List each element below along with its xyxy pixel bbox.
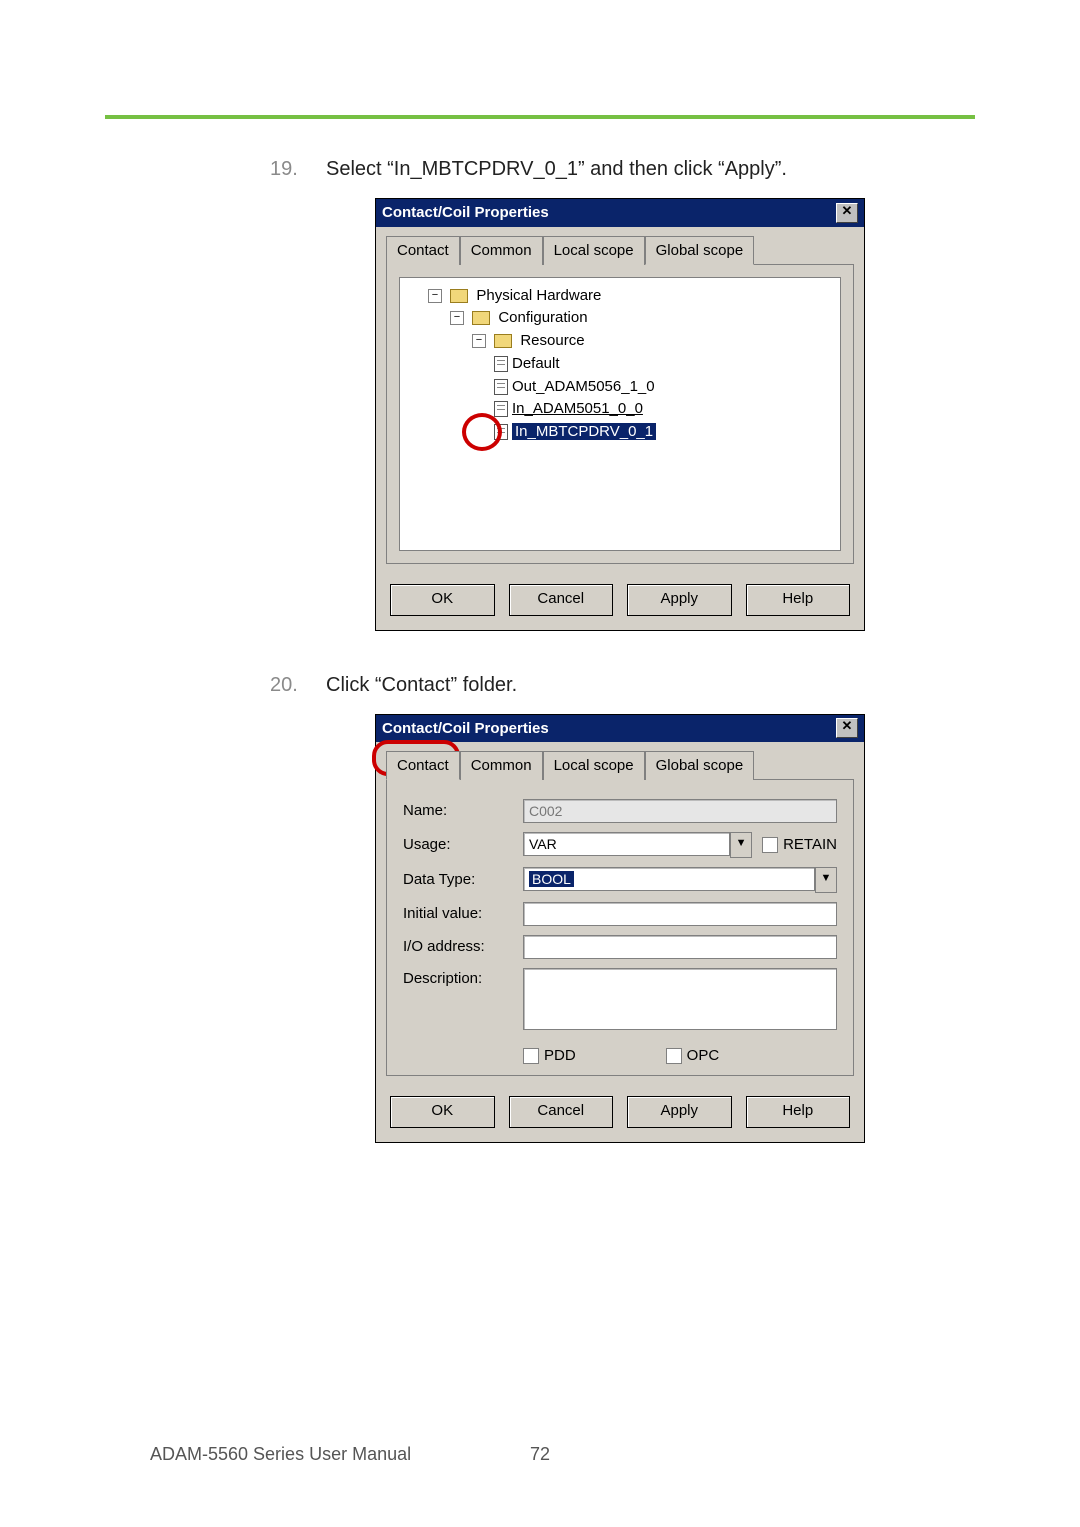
step-text: Click “Contact” folder. (326, 671, 970, 700)
cancel-button[interactable]: Cancel (509, 1096, 614, 1128)
label-usage: Usage: (403, 834, 523, 856)
tree-config[interactable]: − Configuration − Resource (450, 307, 834, 443)
tree-root-label: Physical Hardware (476, 287, 601, 304)
tab-contact[interactable]: Contact (386, 236, 460, 265)
dialog-global-scope: Contact/Coil Properties ✕ Contact Common… (375, 198, 865, 631)
row-initial: Initial value: (403, 902, 837, 926)
ok-button[interactable]: OK (390, 584, 495, 616)
label-name: Name: (403, 800, 523, 822)
row-name: Name: C002 (403, 799, 837, 823)
usage-value: VAR (523, 832, 730, 856)
row-datatype: Data Type: BOOL ▼ (403, 867, 837, 893)
tree-config-label: Configuration (498, 309, 587, 326)
chevron-down-icon[interactable]: ▼ (815, 867, 837, 893)
tree-item-label: Default (512, 355, 560, 372)
tab-local-scope[interactable]: Local scope (543, 236, 645, 265)
apply-button[interactable]: Apply (627, 584, 732, 616)
tree-item-default[interactable]: Default (494, 353, 834, 375)
pdd-checkbox[interactable] (523, 1048, 539, 1064)
doc-icon (494, 424, 508, 440)
footer-manual-title: ADAM-5560 Series User Manual (150, 1444, 411, 1465)
help-button[interactable]: Help (746, 1096, 851, 1128)
retain-checkbox[interactable] (762, 837, 778, 853)
top-rule (105, 115, 975, 119)
dialog-title: Contact/Coil Properties (382, 718, 549, 740)
initial-value-field[interactable] (523, 902, 837, 926)
doc-icon (494, 401, 508, 417)
row-description: Description: (403, 968, 837, 1030)
dialog-contact: Contact/Coil Properties ✕ Contact Common… (375, 714, 865, 1143)
dialog-button-row: OK Cancel Apply Help (376, 1086, 864, 1142)
label-io: I/O address: (403, 936, 523, 958)
cancel-button[interactable]: Cancel (509, 584, 614, 616)
tab-common[interactable]: Common (460, 751, 543, 780)
dialog-titlebar: Contact/Coil Properties ✕ (376, 715, 864, 743)
close-icon[interactable]: ✕ (836, 203, 858, 223)
tree-item-in-adam5051[interactable]: In_ADAM5051_0_0 (494, 398, 834, 420)
row-usage: Usage: VAR ▼ RETAIN (403, 832, 837, 858)
tab-global-scope[interactable]: Global scope (645, 751, 755, 780)
tree-item-label-selected: In_MBTCPDRV_0_1 (512, 423, 656, 440)
opc-checkbox-wrap[interactable]: OPC (666, 1045, 720, 1067)
dialog-button-row: OK Cancel Apply Help (376, 574, 864, 630)
row-pdd-opc: PDD OPC (523, 1039, 837, 1069)
doc-icon (494, 379, 508, 395)
step-number: 20. (270, 671, 326, 700)
label-description: Description: (403, 968, 523, 990)
retain-label: RETAIN (783, 834, 837, 856)
folder-icon (472, 311, 490, 325)
retain-checkbox-wrap[interactable]: RETAIN (762, 834, 837, 856)
scope-tree[interactable]: − Physical Hardware − Configuration (399, 277, 841, 551)
step-19: 19. Select “In_MBTCPDRV_0_1” and then cl… (270, 155, 970, 184)
tree-item-label: Out_ADAM5056_1_0 (512, 378, 655, 395)
step-20: 20. Click “Contact” folder. (270, 671, 970, 700)
datatype-select[interactable]: BOOL ▼ (523, 867, 837, 893)
ok-button[interactable]: OK (390, 1096, 495, 1128)
tab-row: Contact Common Local scope Global scope (376, 227, 864, 264)
dialog-titlebar: Contact/Coil Properties ✕ (376, 199, 864, 227)
close-icon[interactable]: ✕ (836, 718, 858, 738)
tree-resource[interactable]: − Resource Default Out_ADAM5056_1_0 In_A… (472, 330, 834, 443)
pdd-label: PDD (544, 1047, 576, 1064)
tree-expand-icon[interactable]: − (472, 334, 486, 348)
datatype-value-selected: BOOL (529, 871, 574, 887)
apply-button[interactable]: Apply (627, 1096, 732, 1128)
tree-item-label: In_ADAM5051_0_0 (512, 400, 643, 417)
row-io: I/O address: (403, 935, 837, 959)
tab-local-scope[interactable]: Local scope (543, 751, 645, 780)
tree-item-out-adam5056[interactable]: Out_ADAM5056_1_0 (494, 376, 834, 398)
doc-icon (494, 356, 508, 372)
name-field: C002 (523, 799, 837, 823)
chevron-down-icon[interactable]: ▼ (730, 832, 752, 858)
io-address-field[interactable] (523, 935, 837, 959)
dialog-title: Contact/Coil Properties (382, 202, 549, 224)
tab-global-scope[interactable]: Global scope (645, 236, 755, 265)
description-field[interactable] (523, 968, 837, 1030)
tree-expand-icon[interactable]: − (450, 311, 464, 325)
tree-root[interactable]: − Physical Hardware − Configuration (428, 285, 834, 443)
tree-resource-label: Resource (520, 332, 584, 349)
tree-expand-icon[interactable]: − (428, 289, 442, 303)
footer-page-number: 72 (530, 1444, 550, 1465)
folder-icon (450, 289, 468, 303)
tab-panel-global: − Physical Hardware − Configuration (386, 264, 854, 564)
tab-row: Contact Common Local scope Global scope (376, 742, 864, 779)
pdd-checkbox-wrap[interactable]: PDD (523, 1045, 576, 1067)
help-button[interactable]: Help (746, 584, 851, 616)
tab-common[interactable]: Common (460, 236, 543, 265)
label-initial: Initial value: (403, 903, 523, 925)
opc-label: OPC (687, 1047, 720, 1064)
label-datatype: Data Type: (403, 869, 523, 891)
tree-item-in-mbtcpdrv[interactable]: In_MBTCPDRV_0_1 (494, 421, 834, 443)
usage-select[interactable]: VAR ▼ (523, 832, 752, 858)
opc-checkbox[interactable] (666, 1048, 682, 1064)
tab-panel-contact: Name: C002 Usage: VAR ▼ RETAIN Data Type… (386, 779, 854, 1076)
datatype-value: BOOL (523, 867, 815, 891)
page-footer: ADAM-5560 Series User Manual 72 (150, 1444, 930, 1465)
step-number: 19. (270, 155, 326, 184)
tab-contact[interactable]: Contact (386, 751, 460, 780)
folder-icon (494, 334, 512, 348)
page-content: 19. Select “In_MBTCPDRV_0_1” and then cl… (270, 155, 970, 1387)
step-text: Select “In_MBTCPDRV_0_1” and then click … (326, 155, 970, 184)
